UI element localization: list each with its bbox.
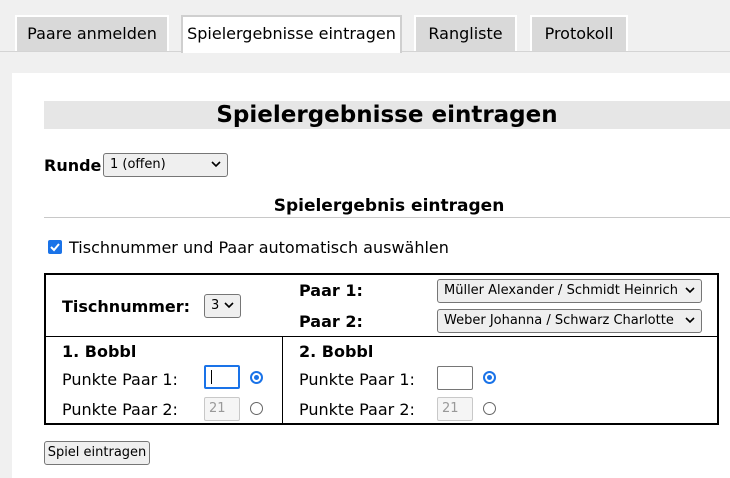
bobbl1-p2-value: 21: [209, 401, 226, 416]
bobbl2-p2-value: 21: [442, 401, 459, 416]
checkmark-icon: [50, 243, 60, 252]
spiel-eintragen-button[interactable]: Spiel eintragen: [44, 441, 150, 465]
tab-spielergebnisse-eintragen[interactable]: Spielergebnisse eintragen: [181, 15, 402, 53]
paar1-value: Müller Alexander / Schmidt Heinrich: [444, 283, 678, 298]
tischnummer-label: Tischnummer:: [62, 297, 191, 316]
tab-bar: Paare anmelden Spielergebnisse eintragen…: [0, 0, 730, 53]
bobbl2-title: 2. Bobbl: [299, 342, 374, 361]
tischnummer-value: 3: [211, 298, 220, 313]
text-cursor: [211, 370, 212, 384]
chevron-down-icon: [224, 302, 234, 309]
table-column-divider: [282, 336, 283, 423]
section-title: Spielergebnis eintragen: [273, 196, 505, 216]
bobbl2-p1-label: Punkte Paar 1:: [299, 370, 415, 389]
page-title: Spielergebnisse eintragen: [44, 101, 730, 129]
tab-protokoll[interactable]: Protokoll: [530, 15, 628, 51]
section-divider: [44, 217, 730, 218]
bobbl1-winner-p2-radio[interactable]: [250, 402, 263, 415]
auto-select-checkbox[interactable]: [48, 240, 62, 254]
tab-paare-anmelden[interactable]: Paare anmelden: [15, 15, 169, 51]
bobbl2-p2-input[interactable]: 21: [437, 397, 473, 421]
result-table: Tischnummer: 3 Paar 1: Müller Alexander …: [44, 273, 719, 425]
bobbl1-p1-input[interactable]: [204, 365, 240, 389]
auto-select-label[interactable]: Tischnummer und Paar automatisch auswähl…: [69, 238, 449, 257]
bobbl2-winner-p2-radio[interactable]: [483, 402, 496, 415]
content-panel: Spielergebnisse eintragen Runde: 1 (offe…: [12, 73, 730, 478]
paar2-value: Weber Johanna / Schwarz Charlotte: [444, 313, 674, 328]
bobbl2-p2-label: Punkte Paar 2:: [299, 400, 415, 419]
bobbl1-p2-label: Punkte Paar 2:: [62, 400, 178, 419]
paar1-select[interactable]: Müller Alexander / Schmidt Heinrich: [437, 279, 702, 303]
bobbl2-winner-p1-radio[interactable]: [483, 371, 496, 384]
runde-select[interactable]: 1 (offen): [103, 153, 228, 177]
chevron-down-icon: [211, 161, 221, 168]
bobbl2-p1-input[interactable]: [437, 366, 473, 390]
runde-select-value: 1 (offen): [110, 157, 166, 172]
bobbl1-p2-input[interactable]: 21: [204, 397, 240, 421]
bobbl1-p1-label: Punkte Paar 1:: [62, 370, 178, 389]
bobbl1-title: 1. Bobbl: [62, 342, 137, 361]
table-row-divider: [46, 336, 717, 337]
paar2-label: Paar 2:: [299, 312, 363, 331]
paar2-select[interactable]: Weber Johanna / Schwarz Charlotte: [437, 309, 702, 333]
runde-label: Runde:: [44, 156, 108, 175]
tischnummer-select[interactable]: 3: [204, 294, 241, 318]
chevron-down-icon: [685, 287, 695, 294]
chevron-down-icon: [685, 317, 695, 324]
paar1-label: Paar 1:: [299, 281, 363, 300]
bobbl1-winner-p1-radio[interactable]: [250, 371, 263, 384]
tab-rangliste[interactable]: Rangliste: [414, 15, 517, 51]
